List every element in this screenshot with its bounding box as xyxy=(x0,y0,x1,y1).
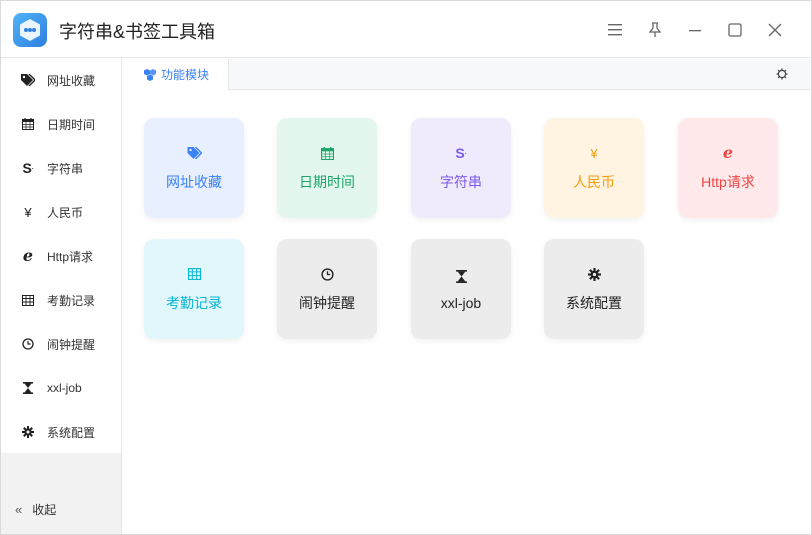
card-label: 考勤记录 xyxy=(166,295,222,311)
minimize-button[interactable] xyxy=(675,17,715,43)
sidebar-item-label: 人民币 xyxy=(47,205,84,220)
card-alarm[interactable]: 闹钟提醒 xyxy=(277,239,377,339)
sidebar-item-label: 日期时间 xyxy=(47,117,96,132)
card-datetime[interactable]: 日期时间 xyxy=(277,118,377,218)
sidebar-item-xxl-job[interactable]: xxl-job xyxy=(1,366,121,410)
app-title: 字符串&书签工具箱 xyxy=(59,22,216,42)
yen-icon: ¥ xyxy=(590,145,598,161)
maximize-button[interactable] xyxy=(715,17,755,43)
pin-icon xyxy=(648,22,662,37)
tab-settings-button[interactable] xyxy=(775,67,789,81)
clock-icon xyxy=(20,336,36,352)
sidebar-item-attendance[interactable]: 考勤记录 xyxy=(1,278,121,322)
sidebar-item-label: 系统配置 xyxy=(47,425,96,440)
sidebar-item-url-favorites[interactable]: 网址收藏 xyxy=(1,58,121,102)
sidebar: 网址收藏 日期时间 S. 字符串 ¥ 人民币 e Http请求 考勤记录 闹钟提… xyxy=(1,58,122,534)
card-url-favorites[interactable]: 网址收藏 xyxy=(144,118,244,218)
card-label: 人民币 xyxy=(573,174,615,190)
close-icon xyxy=(768,23,782,37)
tags-icon xyxy=(20,72,36,88)
app-window: 字符串&书签工具箱 网址收藏 日期时间 S . 字符串 ¥ 人民币 e Http… xyxy=(0,0,812,535)
card-label: 闹钟提醒 xyxy=(299,295,355,311)
gear-icon xyxy=(776,68,788,80)
s-dollar-icon: S. xyxy=(22,160,34,176)
calendar-icon xyxy=(20,116,36,132)
card-label: 系统配置 xyxy=(566,295,622,311)
calendar-icon xyxy=(320,144,334,162)
tab-label: 功能模块 xyxy=(161,68,210,82)
table-icon xyxy=(187,265,201,283)
sidebar-item-datetime[interactable]: 日期时间 xyxy=(1,102,121,146)
sidebar-item-label: 考勤记录 xyxy=(47,293,96,308)
hourglass-icon xyxy=(455,267,467,285)
tags-icon xyxy=(187,144,202,162)
tab-strip: 功能模块 xyxy=(123,59,811,90)
double-chevron-left-icon: « xyxy=(15,502,23,517)
card-label: 网址收藏 xyxy=(166,174,222,190)
card-rmb[interactable]: ¥ 人民币 xyxy=(544,118,644,218)
sidebar-item-string[interactable]: S. 字符串 xyxy=(1,146,121,190)
hourglass-icon xyxy=(20,380,36,396)
card-attendance[interactable]: 考勤记录 xyxy=(144,239,244,339)
card-http[interactable]: e Http请求 xyxy=(678,118,778,218)
collapse-button[interactable]: « 收起 xyxy=(15,501,56,518)
sidebar-item-label: Http请求 xyxy=(47,249,94,264)
maximize-icon xyxy=(728,23,742,37)
window-controls xyxy=(595,17,795,43)
menu-button[interactable] xyxy=(595,17,635,43)
pin-button[interactable] xyxy=(635,17,675,43)
card-label: Http请求 xyxy=(701,174,755,190)
ie-icon: e xyxy=(22,246,34,265)
collapse-label: 收起 xyxy=(32,503,57,517)
sidebar-item-alarm[interactable]: 闹钟提醒 xyxy=(1,322,121,366)
card-label: 字符串 xyxy=(440,174,482,190)
title-bar: 字符串&书签工具箱 xyxy=(1,1,811,58)
table-icon xyxy=(20,292,36,308)
card-label: xxl-job xyxy=(440,295,482,311)
ie-icon: e xyxy=(722,143,734,162)
close-button[interactable] xyxy=(755,17,795,43)
card-xxl-job[interactable]: xxl-job xyxy=(411,239,511,339)
tab-function-modules[interactable]: 功能模块 xyxy=(123,59,229,90)
clock-icon xyxy=(320,265,334,283)
card-label: 日期时间 xyxy=(299,174,355,190)
gear-icon xyxy=(587,265,601,283)
yen-icon: ¥ xyxy=(24,204,32,220)
sidebar-item-label: 闹钟提醒 xyxy=(47,337,96,352)
sidebar-item-label: 网址收藏 xyxy=(47,73,96,88)
minimize-icon xyxy=(689,30,701,32)
sidebar-footer: « 收起 xyxy=(1,453,121,534)
card-string[interactable]: S. 字符串 xyxy=(411,118,511,218)
sidebar-item-settings[interactable]: 系统配置 xyxy=(1,410,121,454)
sidebar-item-label: xxl-job xyxy=(47,381,82,395)
hamburger-icon xyxy=(608,24,622,36)
sidebar-item-label: 字符串 xyxy=(47,161,84,176)
s-dollar-icon: S. xyxy=(455,145,467,161)
sidebar-item-http[interactable]: e Http请求 xyxy=(1,234,121,278)
app-logo-icon xyxy=(13,13,47,47)
cubes-icon xyxy=(143,68,157,81)
gear-icon xyxy=(20,424,36,440)
card-settings[interactable]: 系统配置 xyxy=(544,239,644,339)
sidebar-item-rmb[interactable]: ¥ 人民币 xyxy=(1,190,121,234)
